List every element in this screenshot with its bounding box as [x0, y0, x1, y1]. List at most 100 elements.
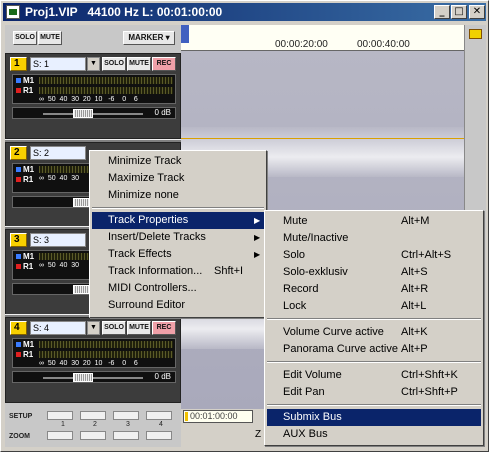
track-name-input[interactable]: S: 1 — [30, 57, 86, 71]
minimize-button[interactable]: _ — [434, 5, 450, 19]
menu-item-maximize-track[interactable]: Maximize Track — [92, 170, 264, 187]
meter-bar — [39, 351, 173, 358]
level-meter: M1 R1 ∞ 50 40 30 20 10 -6 0 6 — [12, 74, 176, 104]
meter-bar — [39, 87, 173, 94]
monitor-label[interactable]: M1 — [15, 252, 37, 261]
track-number[interactable]: 4 — [10, 321, 27, 335]
volume-db: 0 dB — [154, 372, 171, 381]
chevron-down-icon[interactable]: ▼ — [87, 57, 100, 71]
menu-item-panorama-curve-active[interactable]: Panorama Curve active Alt+P — [267, 341, 481, 358]
setup-slot-4[interactable] — [146, 411, 172, 420]
track-name-input[interactable]: S: 3 — [30, 233, 86, 247]
timeline-ruler[interactable]: 00:00:20:00 00:00:40:00 — [181, 25, 464, 51]
meter-bar — [39, 341, 173, 348]
track-1: 1 S: 1 ▼ SOLO MUTE REC M1 R1 ∞ 50 40 30 … — [5, 53, 181, 139]
global-solo-button[interactable]: SOLO — [13, 31, 37, 45]
fader-rail — [43, 113, 143, 115]
record-input-label[interactable]: R1 — [15, 262, 37, 271]
menu-item-solo-exklusiv[interactable]: Solo-exklusiv Alt+S — [267, 264, 481, 281]
fader-knob[interactable] — [73, 109, 93, 118]
track-4: 4 S: 4 ▼ SOLO MUTE REC M1 R1 ∞ 50 40 30 … — [5, 317, 181, 403]
track-number[interactable]: 3 — [10, 233, 27, 247]
record-input-label[interactable]: R1 — [15, 175, 37, 184]
setup-slot-3[interactable] — [113, 411, 139, 420]
volume-fader[interactable]: 0 dB — [12, 107, 176, 119]
zoom-slot-3[interactable] — [113, 431, 139, 440]
monitor-label[interactable]: M1 — [15, 340, 37, 349]
record-button[interactable]: REC — [152, 57, 176, 71]
menu-item-midi-controllers[interactable]: MIDI Controllers... — [92, 280, 264, 297]
record-input-label[interactable]: R1 — [15, 350, 37, 359]
menu-item-aux-bus[interactable]: AUX Bus — [267, 426, 481, 443]
track-properties-submenu: Mute Alt+M Mute/Inactive Solo Ctrl+Alt+S S… — [264, 210, 484, 446]
track-name-input[interactable]: S: 4 — [30, 321, 86, 335]
zoom-slot-2[interactable] — [80, 431, 106, 440]
fader-knob[interactable] — [73, 373, 93, 382]
menu-item-submix-bus[interactable]: Submix Bus — [267, 409, 481, 426]
slot-number: 3 — [126, 421, 130, 428]
menu-item-edit-pan[interactable]: Edit Pan Ctrl+Shft+P — [267, 384, 481, 401]
menu-item-track-properties[interactable]: Track Properties ▶ — [92, 212, 264, 229]
ruler-tick: 00:00:20:00 — [275, 39, 328, 50]
maximize-button[interactable]: □ — [451, 5, 467, 19]
setup-zoom-bar: SETUP ZOOM 1 2 3 4 — [5, 407, 181, 447]
close-button[interactable]: ✕ — [469, 5, 485, 19]
title-bar[interactable]: Proj1.VIP 44100 Hz L: 00:01:00:00 _ □ ✕ — [3, 3, 486, 21]
mute-button[interactable]: MUTE — [127, 321, 151, 335]
menu-separator — [267, 361, 481, 363]
record-input-label[interactable]: R1 — [15, 86, 37, 95]
monitor-label[interactable]: M1 — [15, 76, 37, 85]
solo-button[interactable]: SOLO — [102, 57, 126, 71]
zoom-label: ZOOM — [9, 433, 30, 440]
position-display[interactable]: 00:01:00:00 — [183, 410, 253, 423]
submenu-arrow-icon: ▶ — [254, 216, 261, 225]
submenu-arrow-icon: ▶ — [254, 233, 261, 242]
ruler-tick: 00:00:40:00 — [357, 39, 410, 50]
slot-number: 4 — [159, 421, 163, 428]
level-meter: M1 R1 ∞ 50 40 30 20 10 -6 0 6 — [12, 338, 176, 368]
mute-button[interactable]: MUTE — [127, 57, 151, 71]
track-number[interactable]: 1 — [10, 57, 27, 71]
menu-separator — [267, 318, 481, 320]
window-title: Proj1.VIP 44100 Hz L: 00:01:00:00 — [25, 5, 223, 19]
marker-flag-icon[interactable] — [469, 29, 482, 39]
meter-bar — [39, 77, 173, 84]
track-context-menu: Minimize Track Maximize Track Minimize n… — [89, 150, 267, 318]
volume-db: 0 dB — [154, 108, 171, 117]
app-window: Proj1.VIP 44100 Hz L: 00:01:00:00 _ □ ✕ … — [0, 0, 489, 452]
menu-item-volume-curve-active[interactable]: Volume Curve active Alt+K — [267, 324, 481, 341]
marker-dropdown[interactable]: MARKER ▾ — [123, 31, 175, 45]
setup-slot-2[interactable] — [80, 411, 106, 420]
menu-item-edit-volume[interactable]: Edit Volume Ctrl+Shft+K — [267, 367, 481, 384]
status-indicator: Z — [255, 429, 262, 440]
menu-item-surround-editor[interactable]: Surround Editor — [92, 297, 264, 314]
menu-item-mute-inactive[interactable]: Mute/Inactive — [267, 230, 481, 247]
ruler-start-marker — [181, 25, 189, 43]
volume-fader[interactable]: 0 dB — [12, 371, 176, 383]
menu-item-record[interactable]: Record Alt+R — [267, 281, 481, 298]
menu-item-solo[interactable]: Solo Ctrl+Alt+S — [267, 247, 481, 264]
setup-slot-1[interactable] — [47, 411, 73, 420]
setup-label: SETUP — [9, 413, 33, 420]
menu-item-minimize-none[interactable]: Minimize none — [92, 187, 264, 204]
meter-scale: ∞ 50 40 30 20 10 -6 0 6 — [39, 96, 138, 103]
app-icon[interactable] — [6, 5, 20, 19]
zoom-slot-1[interactable] — [47, 431, 73, 440]
zoom-slot-4[interactable] — [146, 431, 172, 440]
menu-item-lock[interactable]: Lock Alt+L — [267, 298, 481, 315]
menu-item-track-effects[interactable]: Track Effects ▶ — [92, 246, 264, 263]
slot-number: 1 — [61, 421, 65, 428]
solo-button[interactable]: SOLO — [102, 321, 126, 335]
menu-item-track-information[interactable]: Track Information... Shft+I — [92, 263, 264, 280]
track-name-input[interactable]: S: 2 — [30, 146, 86, 160]
menu-item-insert-delete-tracks[interactable]: Insert/Delete Tracks ▶ — [92, 229, 264, 246]
menu-item-minimize-track[interactable]: Minimize Track — [92, 153, 264, 170]
monitor-label[interactable]: M1 — [15, 165, 37, 174]
record-button[interactable]: REC — [152, 321, 176, 335]
menu-item-mute[interactable]: Mute Alt+M — [267, 213, 481, 230]
menu-separator — [92, 207, 264, 209]
track-number[interactable]: 2 — [10, 146, 27, 160]
global-mute-button[interactable]: MUTE — [38, 31, 62, 45]
chevron-down-icon[interactable]: ▼ — [87, 321, 100, 335]
submenu-arrow-icon: ▶ — [254, 250, 261, 259]
